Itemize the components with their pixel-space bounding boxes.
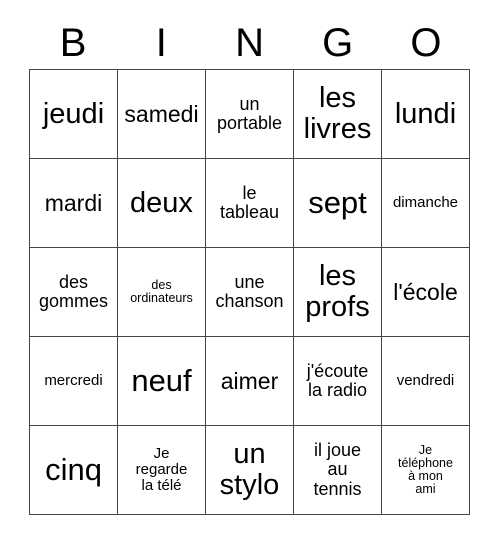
bingo-cell[interactable]: un portable [206,70,294,159]
bingo-cell-text: les profs [305,260,370,323]
bingo-cell[interactable]: il joue au tennis [294,426,382,515]
bingo-cell-text: un portable [216,93,283,133]
bingo-cell-text: lundi [394,97,457,130]
bingo-cell[interactable]: sept [294,159,382,248]
bingo-cell[interactable]: neuf [118,337,206,426]
bingo-card: B I N G O jeudi samedi un portable les l… [0,0,500,544]
header-letter-g: G [322,20,354,65]
bingo-cell[interactable]: un stylo [206,426,294,515]
bingo-cell-text: mardi [44,189,103,216]
bingo-cell[interactable]: le tableau [206,159,294,248]
bingo-cell-text: des gommes [38,271,109,311]
bingo-cell[interactable]: mardi [30,159,118,248]
bingo-cell-text: vendredi [396,372,455,390]
bingo-cell[interactable]: une chanson [206,248,294,337]
bingo-cell[interactable]: samedi [118,70,206,159]
bingo-cell-text: dimanche [392,194,459,212]
bingo-cell-text: mercredi [44,372,103,390]
bingo-cell[interactable]: les livres [294,70,382,159]
bingo-cell-text: aimer [220,367,279,394]
bingo-cell[interactable]: aimer [206,337,294,426]
bingo-cell[interactable]: deux [118,159,206,248]
bingo-cell-text: un stylo [219,438,280,501]
bingo-cell[interactable]: jeudi [30,70,118,159]
bingo-cell[interactable]: l'école [382,248,470,337]
bingo-cell-text: les livres [303,82,372,145]
bingo-cell[interactable]: lundi [382,70,470,159]
bingo-cell-text: des ordinateurs [130,277,193,305]
bingo-cell[interactable]: Je regarde la télé [118,426,206,515]
bingo-cell-text: samedi [124,100,199,127]
bingo-cell[interactable]: j'écoute la radio [294,337,382,426]
bingo-cell-text: sept [308,184,367,220]
bingo-cell[interactable]: cinq [30,426,118,515]
bingo-cell-text: cinq [45,451,102,487]
bingo-cell-text: Je regarde la télé [135,445,188,494]
bingo-cell[interactable]: vendredi [382,337,470,426]
bingo-cell-text: deux [130,186,193,219]
bingo-cell-text: il joue au tennis [313,440,362,499]
bingo-cell-text: Je téléphone à mon ami [398,442,453,497]
bingo-grid: jeudi samedi un portable les livres lund… [29,69,470,515]
bingo-cell[interactable]: des ordinateurs [118,248,206,337]
bingo-cell[interactable]: Je téléphone à mon ami [382,426,470,515]
bingo-cell[interactable]: des gommes [30,248,118,337]
bingo-cell-text: l'école [393,278,458,305]
bingo-header-row: B I N G O [29,16,470,69]
bingo-cell[interactable]: les profs [294,248,382,337]
header-letter-n: N [235,20,264,65]
bingo-cell[interactable]: dimanche [382,159,470,248]
bingo-cell-text: neuf [131,362,192,398]
bingo-cell-text: j'écoute la radio [306,360,369,400]
bingo-cell-text: le tableau [219,182,280,222]
bingo-cell[interactable]: mercredi [30,337,118,426]
header-letter-o: O [410,20,442,65]
bingo-cell-text: jeudi [42,97,105,130]
header-letter-b: B [59,20,87,65]
header-letter-i: I [155,20,167,65]
bingo-cell-text: une chanson [215,271,284,311]
